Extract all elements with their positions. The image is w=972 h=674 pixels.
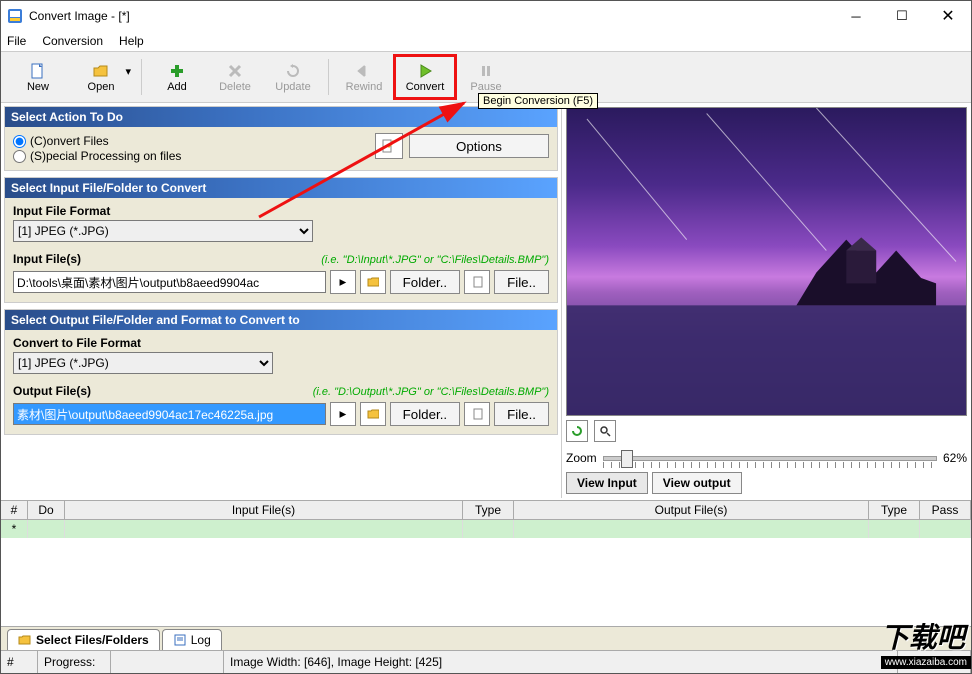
pause-button[interactable]: Pause <box>457 57 515 97</box>
file-icon <box>471 275 483 289</box>
tab-log[interactable]: Log <box>162 629 222 650</box>
output-files-label: Output File(s) <box>13 384 91 398</box>
radio-convert-label: (C)onvert Files <box>30 134 109 148</box>
open-folder-icon <box>92 61 110 81</box>
col-pass[interactable]: Pass <box>920 501 971 519</box>
titlebar: Convert Image - [*] ─ ☐ ✕ <box>1 1 971 31</box>
rewind-button[interactable]: Rewind <box>335 57 393 97</box>
radio-special-label: (S)pecial Processing on files <box>30 149 181 163</box>
plus-icon <box>169 61 185 81</box>
dropdown-icon[interactable]: ▾ <box>125 65 131 78</box>
col-input[interactable]: Input File(s) <box>65 501 463 519</box>
open-button[interactable]: Open ▾ <box>67 57 135 97</box>
output-hint: (i.e. "D:\Output\*.JPG" or "C:\Files\Det… <box>313 386 549 398</box>
output-format-select[interactable]: [1] JPEG (*.JPG) <box>13 352 273 374</box>
delete-button[interactable]: Delete <box>206 57 264 97</box>
output-panel: Select Output File/Folder and Format to … <box>4 309 558 435</box>
input-file-button[interactable]: File.. <box>494 270 549 294</box>
output-file-button[interactable]: File.. <box>494 402 549 426</box>
refresh-icon <box>285 61 301 81</box>
menu-file[interactable]: File <box>7 34 26 48</box>
tooltip: Begin Conversion (F5) <box>478 93 598 109</box>
col-type2[interactable]: Type <box>869 501 920 519</box>
new-page-icon <box>29 61 47 81</box>
menu-help[interactable]: Help <box>119 34 144 48</box>
preview-image <box>566 107 967 416</box>
col-do[interactable]: Do <box>28 501 65 519</box>
zoom-fit-button[interactable] <box>566 420 588 442</box>
play-icon <box>417 61 433 81</box>
radio-convert[interactable] <box>13 135 26 148</box>
input-path-field[interactable] <box>13 271 326 293</box>
add-button[interactable]: Add <box>148 57 206 97</box>
document-pencil-icon <box>381 138 397 154</box>
zoom-percent: 62% <box>943 451 967 465</box>
window-title: Convert Image - [*] <box>29 9 833 23</box>
table-row[interactable]: * <box>1 520 971 538</box>
output-header: Select Output File/Folder and Format to … <box>5 310 557 330</box>
col-output[interactable]: Output File(s) <box>514 501 869 519</box>
input-run-button[interactable]: ▸ <box>330 270 356 294</box>
action-panel: Select Action To Do (C)onvert Files (S)p… <box>4 106 558 171</box>
zoom-magnify-button[interactable] <box>594 420 616 442</box>
new-button[interactable]: New <box>9 57 67 97</box>
log-tab-icon <box>173 633 187 647</box>
app-icon <box>7 8 23 24</box>
input-format-label: Input File Format <box>13 204 549 218</box>
output-folder-icon-button[interactable] <box>360 402 386 426</box>
output-run-button[interactable]: ▸ <box>330 402 356 426</box>
maximize-button[interactable]: ☐ <box>879 1 925 31</box>
zoom-label: Zoom <box>566 451 597 465</box>
convert-button[interactable]: Convert <box>393 54 457 100</box>
col-type[interactable]: Type <box>463 501 514 519</box>
tab-select-files[interactable]: Select Files/Folders <box>7 629 160 650</box>
output-convert-label: Convert to File Format <box>13 336 549 350</box>
watermark: 下载吧 www.xiazaiba.com <box>881 616 971 669</box>
pause-icon <box>478 61 494 81</box>
rewind-icon <box>356 61 372 81</box>
action-header: Select Action To Do <box>5 107 557 127</box>
view-output-tab[interactable]: View output <box>652 472 742 494</box>
output-file-icon-button[interactable] <box>464 402 490 426</box>
input-format-select[interactable]: [1] JPEG (*.JPG) <box>13 220 313 242</box>
output-path-field[interactable] <box>13 403 326 425</box>
options-icon-button[interactable] <box>375 133 403 159</box>
view-input-tab[interactable]: View Input <box>566 472 648 494</box>
menubar: File Conversion Help <box>1 31 971 52</box>
status-num: # <box>1 651 38 673</box>
delete-x-icon <box>227 61 243 81</box>
output-folder-button[interactable]: Folder.. <box>390 402 460 426</box>
zoom-slider[interactable] <box>603 446 937 470</box>
input-folder-button[interactable]: Folder.. <box>390 270 460 294</box>
statusbar: # Progress: Image Width: [646], Image He… <box>1 650 971 673</box>
menu-conversion[interactable]: Conversion <box>42 34 103 48</box>
update-button[interactable]: Update <box>264 57 322 97</box>
folder-tab-icon <box>18 633 32 647</box>
input-folder-icon-button[interactable] <box>360 270 386 294</box>
minimize-button[interactable]: ─ <box>833 1 879 31</box>
radio-special[interactable] <box>13 150 26 163</box>
close-button[interactable]: ✕ <box>925 1 971 31</box>
magnify-icon <box>599 425 611 437</box>
input-file-icon-button[interactable] <box>464 270 490 294</box>
options-button[interactable]: Options <box>409 134 549 158</box>
file-table: # Do Input File(s) Type Output File(s) T… <box>1 500 971 626</box>
bottom-tabs: Select Files/Folders Log <box>1 626 971 650</box>
file-icon <box>471 407 483 421</box>
status-dimensions: Image Width: [646], Image Height: [425] <box>224 651 898 673</box>
status-progress-label: Progress: <box>38 651 111 673</box>
input-header: Select Input File/Folder to Convert <box>5 178 557 198</box>
input-panel: Select Input File/Folder to Convert Inpu… <box>4 177 558 303</box>
input-files-label: Input File(s) <box>13 252 81 266</box>
input-hint: (i.e. "D:\Input\*.JPG" or "C:\Files\Deta… <box>321 254 549 266</box>
status-progress-bar <box>111 651 224 673</box>
folder-icon <box>367 275 379 289</box>
refresh-green-icon <box>571 425 583 437</box>
folder-icon <box>367 407 379 421</box>
col-num[interactable]: # <box>1 501 28 519</box>
